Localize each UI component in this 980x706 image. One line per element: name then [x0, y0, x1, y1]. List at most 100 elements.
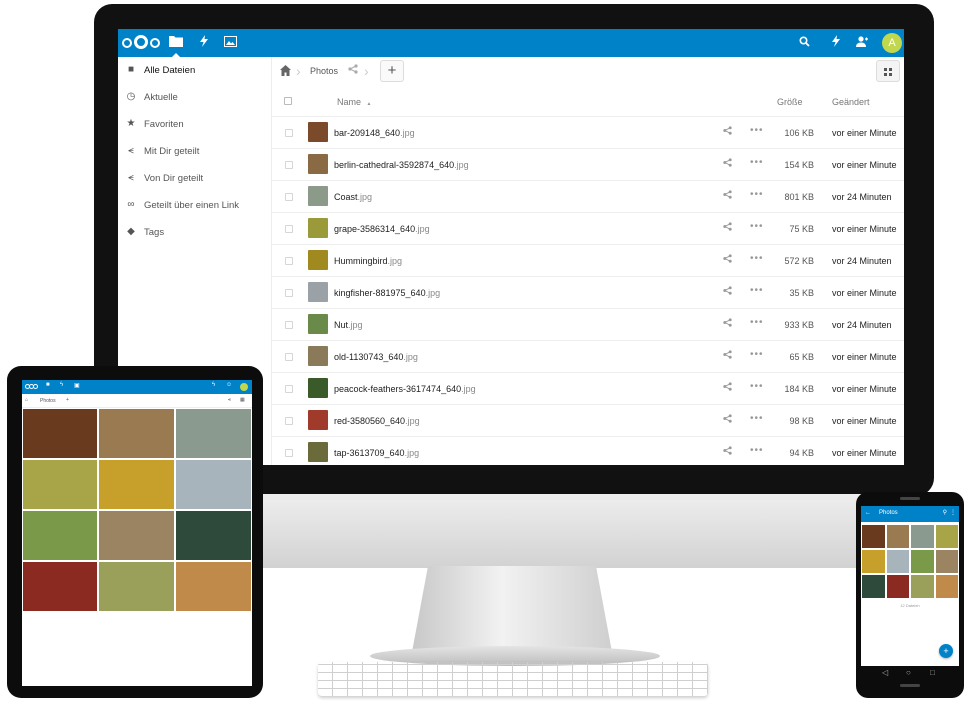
file-thumbnail[interactable]	[308, 154, 328, 174]
logo-icon[interactable]	[25, 384, 39, 390]
photo-tile[interactable]	[910, 549, 935, 574]
gallery-icon[interactable]: ▣	[74, 382, 80, 389]
table-row[interactable]: Nut.jpg ••• 933 KB vor 24 Minuten	[272, 309, 904, 341]
photo-tile[interactable]	[98, 510, 175, 561]
activity-icon[interactable]	[196, 35, 212, 51]
more-actions-icon[interactable]: •••	[750, 221, 764, 232]
share-icon[interactable]	[723, 126, 732, 138]
photo-tile[interactable]	[861, 574, 886, 599]
grid-view-icon[interactable]: ▦	[240, 397, 245, 403]
search-icon[interactable]: ⚲	[943, 509, 947, 516]
file-name[interactable]: tap-3613709_640.jpg	[334, 448, 419, 458]
share-icon[interactable]	[723, 158, 732, 170]
photo-tile[interactable]	[861, 549, 886, 574]
file-thumbnail[interactable]	[308, 122, 328, 142]
column-size[interactable]: Größe	[777, 97, 803, 107]
file-name[interactable]: old-1130743_640.jpg	[334, 352, 418, 362]
folder-icon[interactable]	[168, 35, 184, 57]
notifications-icon[interactable]: ϟ	[212, 382, 215, 388]
folder-icon[interactable]: ■	[46, 382, 50, 388]
photo-tile[interactable]	[910, 524, 935, 549]
home-icon[interactable]: ⌂	[25, 397, 28, 403]
sidebar-item[interactable]: ∞ Geteilt über einen Link	[118, 192, 271, 219]
home-icon[interactable]	[280, 65, 294, 79]
table-row[interactable]: grape-3586314_640.jpg ••• 75 KB vor einer M…	[272, 213, 904, 245]
logo-icon[interactable]	[122, 35, 160, 51]
share-icon[interactable]	[723, 382, 732, 394]
table-row[interactable]: red-3580560_640.jpg ••• 98 KB vor einer Min…	[272, 405, 904, 437]
table-row[interactable]: bar-209148_640.jpg ••• 106 KB vor einer Min…	[272, 117, 904, 149]
sidebar-item[interactable]: ⪪ Mit Dir geteilt	[118, 138, 271, 165]
more-actions-icon[interactable]: •••	[750, 445, 764, 456]
more-actions-icon[interactable]: •••	[750, 349, 764, 360]
more-actions-icon[interactable]: •••	[750, 125, 764, 136]
file-thumbnail[interactable]	[308, 378, 328, 398]
add-button[interactable]: +	[380, 60, 404, 82]
android-home-icon[interactable]: ○	[906, 668, 911, 677]
table-row[interactable]: kingfisher-881975_640.jpg ••• 35 KB vor ein…	[272, 277, 904, 309]
share-icon[interactable]	[348, 64, 358, 77]
sidebar-item[interactable]: ◷ Aktuelle	[118, 84, 271, 111]
contacts-icon[interactable]	[854, 35, 870, 51]
table-row[interactable]: old-1130743_640.jpg ••• 65 KB vor einer Min…	[272, 341, 904, 373]
breadcrumb-photos[interactable]: Photos	[310, 66, 338, 76]
photo-tile[interactable]	[175, 459, 252, 510]
more-actions-icon[interactable]: •••	[750, 413, 764, 424]
contacts-icon[interactable]: ☺	[226, 382, 232, 388]
row-checkbox[interactable]	[285, 161, 293, 169]
sidebar-item[interactable]: ⪪ Von Dir geteilt	[118, 165, 271, 192]
file-name[interactable]: Hummingbird.jpg	[334, 256, 402, 266]
file-thumbnail[interactable]	[308, 250, 328, 270]
file-name[interactable]: Nut.jpg	[334, 320, 363, 330]
share-icon[interactable]	[723, 350, 732, 362]
file-thumbnail[interactable]	[308, 346, 328, 366]
more-vertical-icon[interactable]: ⋮	[950, 509, 956, 516]
file-thumbnail[interactable]	[308, 186, 328, 206]
photo-tile[interactable]	[861, 524, 886, 549]
row-checkbox[interactable]	[285, 385, 293, 393]
file-thumbnail[interactable]	[308, 218, 328, 238]
photo-tile[interactable]	[175, 510, 252, 561]
row-checkbox[interactable]	[285, 129, 293, 137]
row-checkbox[interactable]	[285, 321, 293, 329]
row-checkbox[interactable]	[285, 225, 293, 233]
share-icon[interactable]	[723, 254, 732, 266]
share-icon[interactable]	[723, 286, 732, 298]
photo-tile[interactable]	[98, 561, 175, 612]
sidebar-item[interactable]: ◆ Tags	[118, 219, 271, 246]
share-icon[interactable]	[723, 190, 732, 202]
photo-tile[interactable]	[175, 561, 252, 612]
more-actions-icon[interactable]: •••	[750, 317, 764, 328]
android-back-icon[interactable]: ◁	[882, 668, 888, 677]
file-thumbnail[interactable]	[308, 282, 328, 302]
breadcrumb-photos[interactable]: Photos	[40, 398, 56, 404]
photo-tile[interactable]	[885, 524, 910, 549]
share-icon[interactable]	[723, 318, 732, 330]
avatar[interactable]: A	[882, 33, 902, 53]
table-row[interactable]: tap-3613709_640.jpg ••• 94 KB vor einer Min…	[272, 437, 904, 465]
photo-tile[interactable]	[22, 408, 98, 459]
more-actions-icon[interactable]: •••	[750, 253, 764, 264]
more-actions-icon[interactable]: •••	[750, 381, 764, 392]
table-row[interactable]: Coast.jpg ••• 801 KB vor 24 Minuten	[272, 181, 904, 213]
add-button[interactable]: +	[66, 397, 69, 403]
grid-view-button[interactable]	[876, 60, 900, 82]
avatar[interactable]	[240, 383, 248, 391]
file-name[interactable]: kingfisher-881975_640.jpg	[334, 288, 440, 298]
file-name[interactable]: peacock-feathers-3617474_640.jpg	[334, 384, 476, 394]
gallery-icon[interactable]	[222, 35, 238, 51]
photo-tile[interactable]	[98, 459, 175, 510]
photo-tile[interactable]	[22, 561, 98, 612]
column-modified[interactable]: Geändert	[832, 97, 870, 107]
photo-tile[interactable]	[934, 524, 959, 549]
back-arrow-icon[interactable]: ←	[865, 510, 871, 516]
file-thumbnail[interactable]	[308, 442, 328, 462]
sidebar-item[interactable]: ■ Alle Dateien	[118, 57, 271, 84]
activity-icon[interactable]: ϟ	[60, 382, 63, 388]
more-actions-icon[interactable]: •••	[750, 285, 764, 296]
more-actions-icon[interactable]: •••	[750, 189, 764, 200]
file-name[interactable]: red-3580560_640.jpg	[334, 416, 420, 426]
file-name[interactable]: berlin-cathedral-3592874_640.jpg	[334, 160, 469, 170]
row-checkbox[interactable]	[285, 193, 293, 201]
row-checkbox[interactable]	[285, 289, 293, 297]
